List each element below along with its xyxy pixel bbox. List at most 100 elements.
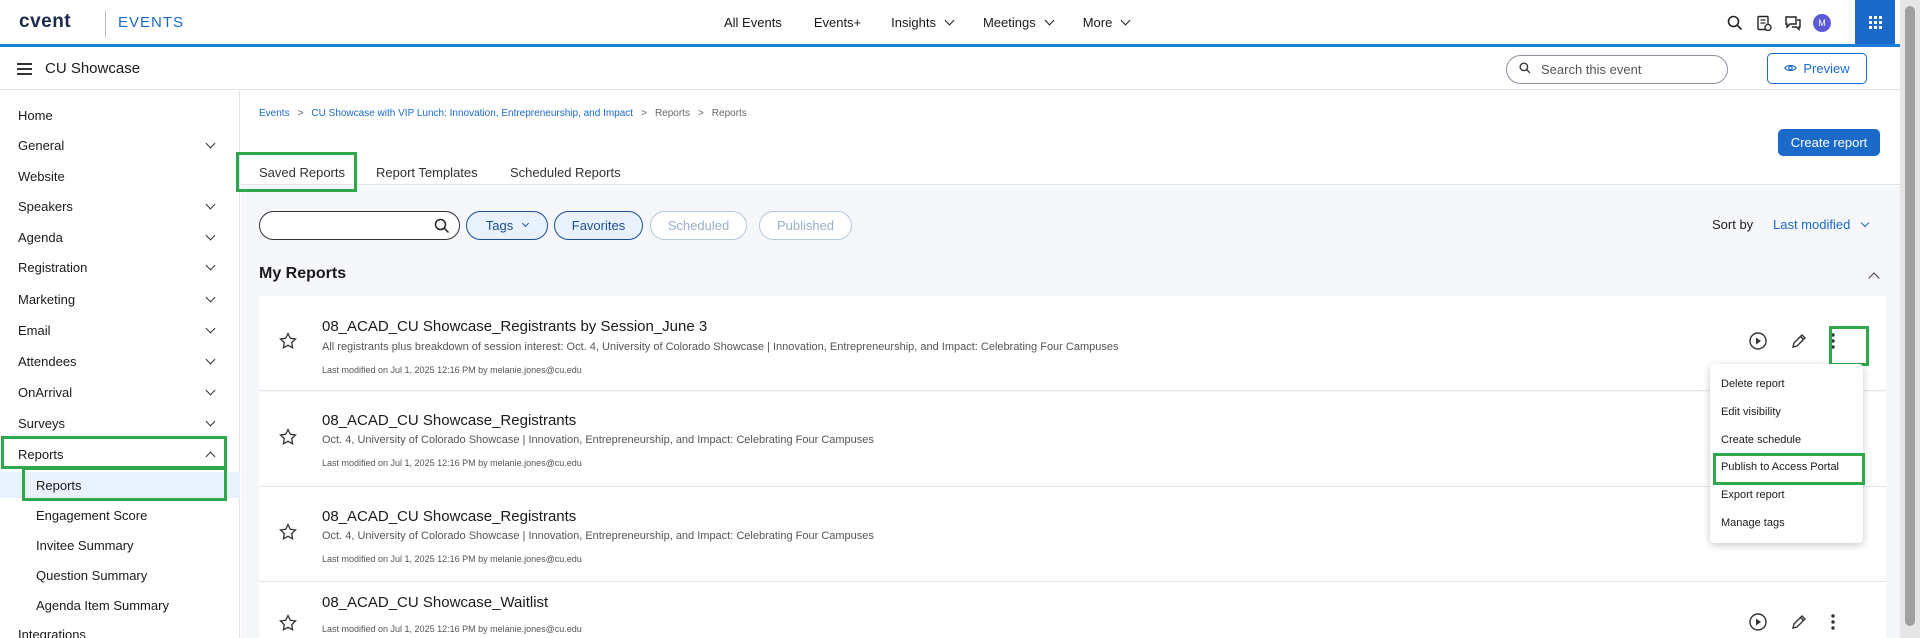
sidebar-item-integrations[interactable]: Integrations — [0, 621, 240, 638]
create-report-button[interactable]: Create report — [1778, 129, 1880, 156]
nav-insights[interactable]: Insights — [891, 15, 955, 30]
sidebar-item-general[interactable]: General — [0, 132, 240, 158]
chevron-down-icon — [205, 138, 216, 149]
sidebar-item-attendees[interactable]: Attendees — [0, 348, 240, 374]
menu-item-delete-report[interactable]: Delete report — [1721, 378, 1785, 390]
filter-published-chip[interactable]: Published — [759, 211, 852, 240]
menu-item-edit-visibility[interactable]: Edit visibility — [1721, 406, 1781, 418]
sidebar-subitem-agenda-item-summary[interactable]: Agenda Item Summary — [0, 592, 240, 618]
report-description: All registrants plus breakdown of sessio… — [322, 341, 1119, 353]
nav-events-plus[interactable]: Events+ — [814, 15, 861, 30]
report-tabs: Saved Reports Report Templates Scheduled… — [241, 153, 1900, 190]
nav-all-events[interactable]: All Events — [724, 15, 782, 30]
report-context-menu: Delete report Edit visibility Create sch… — [1710, 364, 1863, 543]
sidebar-item-speakers[interactable]: Speakers — [0, 193, 240, 219]
search-icon[interactable] — [433, 217, 451, 235]
favorite-star-icon[interactable] — [279, 613, 297, 635]
menu-item-export-report[interactable]: Export report — [1721, 489, 1785, 501]
sidebar-subitem-question-summary[interactable]: Question Summary — [0, 562, 240, 588]
favorite-star-icon[interactable] — [279, 331, 297, 353]
logo-divider — [105, 11, 106, 37]
run-report-icon[interactable] — [1748, 331, 1768, 354]
sidebar-item-agenda[interactable]: Agenda — [0, 224, 240, 250]
menu-item-manage-tags[interactable]: Manage tags — [1721, 517, 1785, 529]
favorite-star-icon[interactable] — [279, 522, 297, 544]
chevron-down-icon — [1044, 15, 1055, 26]
sidebar-item-email[interactable]: Email — [0, 317, 240, 343]
cvent-logo[interactable]: cvent — [19, 11, 71, 33]
edit-pencil-icon[interactable] — [1790, 613, 1808, 634]
report-last-modified: Last modified on Jul 1, 2025 12:16 PM by… — [322, 554, 582, 564]
breadcrumb-events[interactable]: Events — [259, 108, 290, 119]
report-title[interactable]: 08_ACAD_CU Showcase_Registrants — [322, 412, 576, 429]
report-description: Oct. 4, University of Colorado Showcase … — [322, 434, 874, 446]
filter-scheduled-chip[interactable]: Scheduled — [650, 211, 747, 240]
left-sidebar: Home General Website Speakers Agenda Reg… — [0, 91, 240, 638]
nav-more[interactable]: More — [1083, 15, 1131, 30]
search-icon[interactable] — [1726, 14, 1744, 32]
breadcrumb-event[interactable]: CU Showcase with VIP Lunch: Innovation, … — [311, 108, 633, 119]
top-navigation-bar: cvent EVENTS All Events Events+ Insights… — [0, 0, 1920, 47]
report-search-box[interactable] — [259, 211, 460, 240]
report-title[interactable]: 08_ACAD_CU Showcase_Waitlist — [322, 594, 548, 611]
chevron-down-icon — [205, 385, 216, 396]
menu-item-publish-to-access-portal[interactable]: Publish to Access Portal — [1721, 461, 1839, 473]
chevron-down-icon — [205, 416, 216, 427]
more-options-icon[interactable] — [1830, 613, 1836, 634]
sidebar-subitem-reports[interactable]: Reports — [0, 472, 240, 498]
sort-by-dropdown[interactable]: Last modified — [1773, 217, 1870, 232]
chevron-down-icon — [205, 230, 216, 241]
preview-button[interactable]: Preview — [1767, 53, 1867, 84]
sidebar-item-home[interactable]: Home — [0, 102, 240, 128]
report-last-modified: Last modified on Jul 1, 2025 12:16 PM by… — [322, 365, 582, 375]
menu-item-create-schedule[interactable]: Create schedule — [1721, 434, 1801, 446]
more-options-icon[interactable] — [1830, 332, 1836, 353]
breadcrumb: Events > CU Showcase with VIP Lunch: Inn… — [259, 108, 747, 119]
report-card[interactable]: 08_ACAD_CU Showcase_Registrants Oct. 4, … — [259, 487, 1886, 582]
tab-scheduled-reports[interactable]: Scheduled Reports — [510, 165, 621, 180]
sidebar-subitem-engagement-score[interactable]: Engagement Score — [0, 502, 240, 528]
report-last-modified: Last modified on Jul 1, 2025 12:16 PM by… — [322, 624, 582, 634]
event-search-box[interactable] — [1506, 55, 1728, 84]
run-report-icon[interactable] — [1748, 612, 1768, 635]
main-nav: All Events Events+ Insights Meetings Mor… — [724, 15, 1159, 30]
event-search-input[interactable] — [1541, 62, 1711, 77]
report-card[interactable]: 08_ACAD_CU Showcase_Registrants by Sessi… — [259, 296, 1886, 391]
edit-pencil-icon[interactable] — [1790, 332, 1808, 353]
billing-icon[interactable] — [1755, 14, 1773, 32]
report-title[interactable]: 08_ACAD_CU Showcase_Registrants — [322, 508, 576, 525]
sidebar-item-surveys[interactable]: Surveys — [0, 410, 240, 436]
report-card[interactable]: 08_ACAD_CU Showcase_Registrants Oct. 4, … — [259, 392, 1886, 487]
chat-icon[interactable] — [1784, 14, 1802, 32]
chevron-down-icon — [205, 199, 216, 210]
nav-meetings[interactable]: Meetings — [983, 15, 1055, 30]
grid-icon — [1868, 15, 1882, 29]
favorite-star-icon[interactable] — [279, 427, 297, 449]
scrollbar-thumb[interactable] — [1905, 6, 1915, 626]
breadcrumb-separator: > — [641, 108, 647, 119]
app-switcher-button[interactable] — [1855, 0, 1895, 44]
user-avatar[interactable]: M — [1813, 14, 1831, 32]
chevron-down-icon — [205, 354, 216, 365]
tab-report-templates[interactable]: Report Templates — [376, 165, 478, 180]
report-search-input[interactable] — [272, 212, 442, 239]
sidebar-item-website[interactable]: Website — [0, 163, 240, 189]
search-icon — [1519, 62, 1531, 77]
chevron-down-icon — [205, 323, 216, 334]
hamburger-menu-icon[interactable] — [17, 63, 32, 78]
sidebar-item-onarrival[interactable]: OnArrival — [0, 379, 240, 405]
sidebar-item-marketing[interactable]: Marketing — [0, 286, 240, 312]
report-card[interactable]: 08_ACAD_CU Showcase_Waitlist Last modifi… — [259, 582, 1886, 638]
filter-tags-chip[interactable]: Tags — [466, 211, 548, 240]
sidebar-item-registration[interactable]: Registration — [0, 254, 240, 280]
top-icons: M — [1726, 14, 1831, 32]
chevron-down-icon — [1861, 218, 1870, 227]
chevron-up-icon — [205, 451, 216, 462]
breadcrumb-separator: > — [697, 108, 704, 119]
breadcrumb-reports[interactable]: Reports — [655, 108, 690, 119]
sidebar-subitem-invitee-summary[interactable]: Invitee Summary — [0, 532, 240, 558]
report-title[interactable]: 08_ACAD_CU Showcase_Registrants by Sessi… — [322, 318, 707, 335]
filter-favorites-chip[interactable]: Favorites — [554, 211, 643, 240]
event-title: CU Showcase — [45, 60, 141, 77]
sidebar-item-reports[interactable]: Reports — [0, 441, 240, 467]
